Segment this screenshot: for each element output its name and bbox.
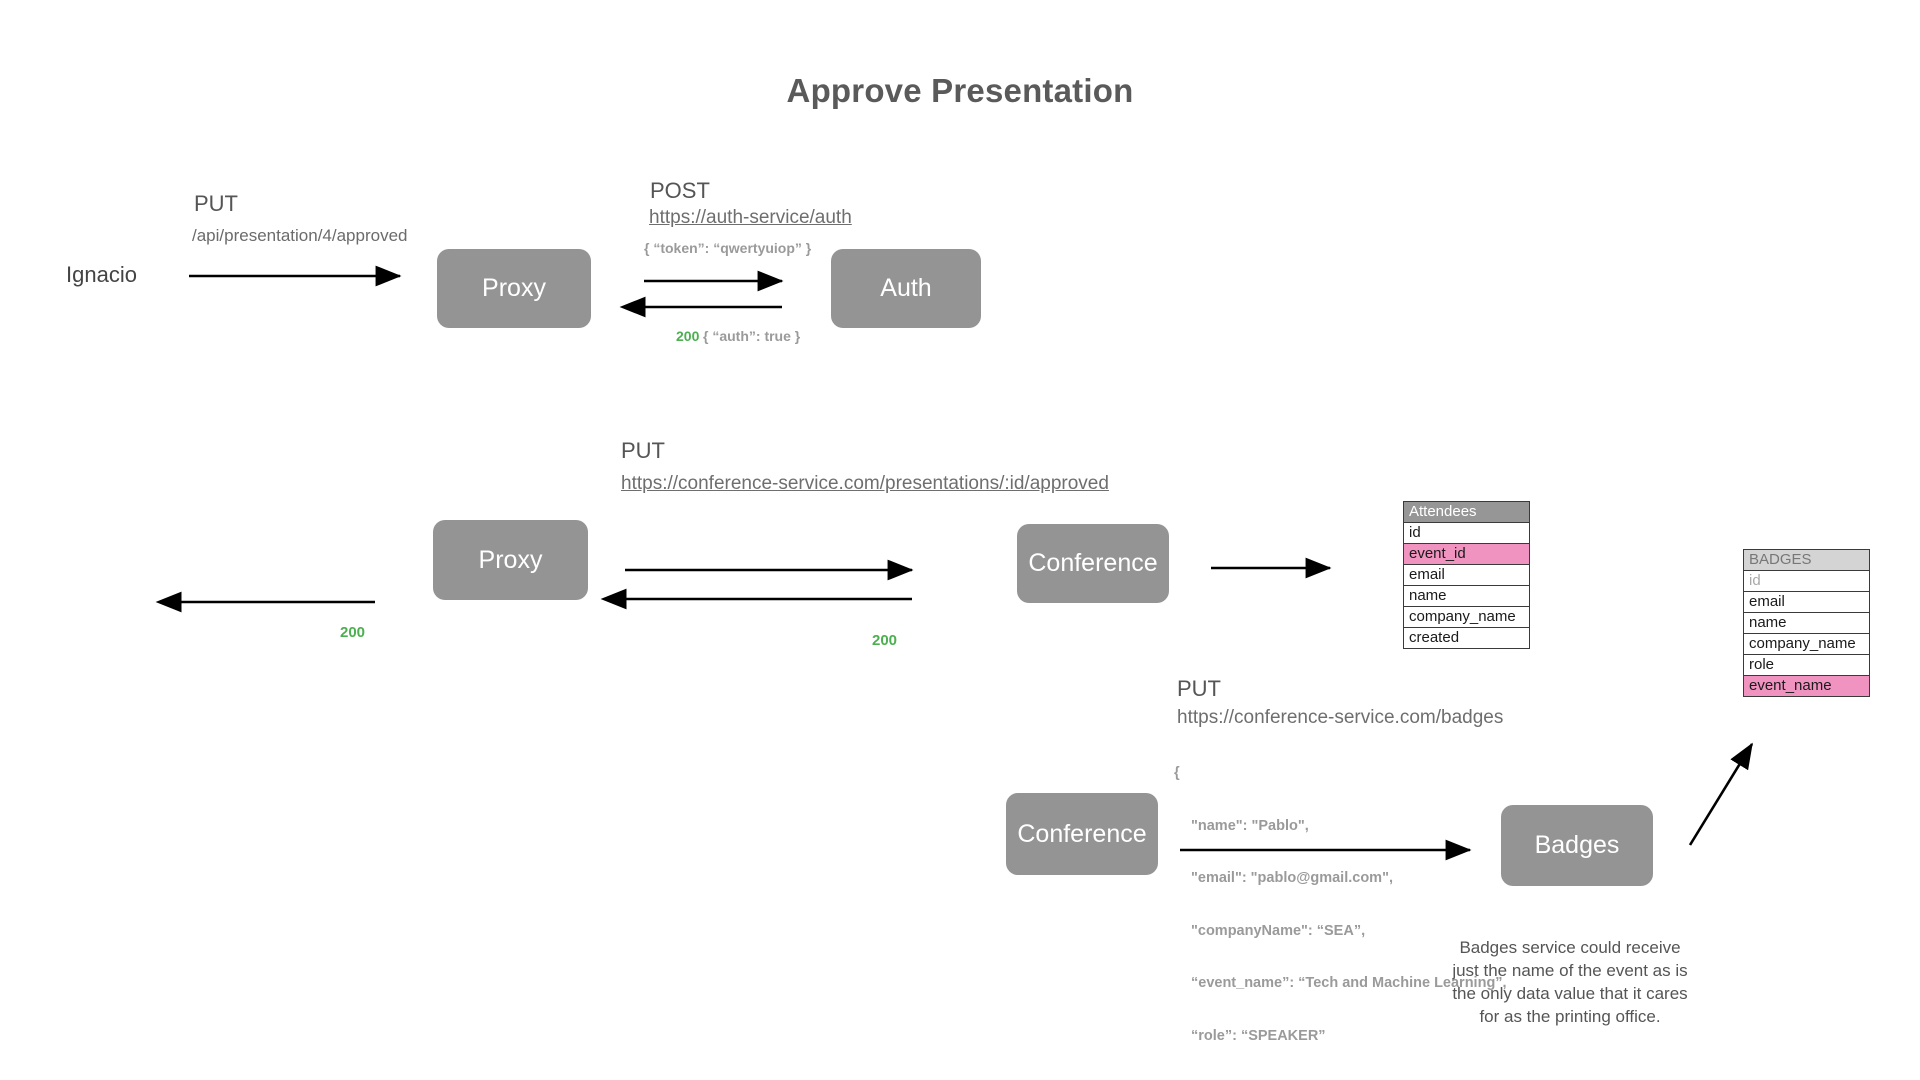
label-put-verb-conference: PUT xyxy=(621,438,665,463)
table-row: email xyxy=(1743,591,1870,613)
json-open-brace: { xyxy=(1174,765,1180,781)
table-row: company_name xyxy=(1403,606,1530,628)
node-conference-bottom-label: Conference xyxy=(1017,819,1147,848)
table-cell-event-name: event_name xyxy=(1743,675,1870,697)
node-conference-mid[interactable]: Conference xyxy=(1017,524,1169,603)
table-cell-name: name xyxy=(1743,612,1870,634)
annotation-badges-note: Badges service could receive just the na… xyxy=(1444,936,1696,1028)
arrow-layer xyxy=(155,265,1754,861)
table-attendees: Attendees id event_id email name company… xyxy=(1403,501,1530,649)
label-proxy-response-status: 200 xyxy=(872,632,898,649)
annotation-line-2: just the name of the event as xyxy=(1452,961,1671,980)
node-badges[interactable]: Badges xyxy=(1501,805,1653,886)
table-row: name xyxy=(1743,612,1870,634)
table-row: company_name xyxy=(1743,633,1870,655)
diagram-canvas: Approve Presentation Ignacio PUT /api/pr… xyxy=(0,0,1920,1080)
page-title: Approve Presentation xyxy=(786,72,1134,109)
table-row: BADGES xyxy=(1743,549,1870,571)
table-badges: BADGES id email name company_name role e… xyxy=(1743,549,1870,697)
json-field-email: "email": "pablo@gmail.com", xyxy=(1191,870,1393,886)
table-cell-created: created xyxy=(1403,627,1530,649)
label-post-verb-auth: POST xyxy=(650,178,710,203)
label-user-request-path: /api/presentation/4/approved xyxy=(192,226,408,245)
node-conference-bottom[interactable]: Conference xyxy=(1006,793,1158,875)
table-row: Attendees xyxy=(1403,501,1530,523)
node-proxy-top[interactable]: Proxy xyxy=(437,249,591,328)
label-auth-url[interactable]: https://auth-service/auth xyxy=(649,207,852,229)
table-row: name xyxy=(1403,585,1530,607)
annotation-line-1: Badges service could receive xyxy=(1459,938,1681,957)
label-put-verb-user: PUT xyxy=(194,191,238,216)
table-cell-event-id: event_id xyxy=(1403,543,1530,565)
node-auth[interactable]: Auth xyxy=(831,249,981,328)
table-row: id xyxy=(1403,522,1530,544)
json-field-role: “role”: “SPEAKER” xyxy=(1191,1027,1326,1044)
table-row: email xyxy=(1403,564,1530,586)
json-field-name: "name": "Pablo", xyxy=(1191,817,1309,834)
table-attendees-header: Attendees xyxy=(1403,501,1530,523)
node-auth-label: Auth xyxy=(880,274,932,302)
node-proxy-mid-label: Proxy xyxy=(478,545,543,574)
label-auth-request-payload: { “token”: “qwertyuiop” } xyxy=(644,240,812,256)
table-cell-name: name xyxy=(1403,585,1530,607)
table-row: role xyxy=(1743,654,1870,676)
label-badges-url[interactable]: https://conference-service.com/badges xyxy=(1177,707,1503,729)
table-badges-header: BADGES xyxy=(1743,549,1870,571)
node-proxy-top-label: Proxy xyxy=(482,274,546,302)
table-cell-email: email xyxy=(1743,591,1870,613)
label-auth-response-status: 200 xyxy=(676,328,700,344)
table-cell-email: email xyxy=(1403,564,1530,586)
table-row: created xyxy=(1403,627,1530,649)
table-row: event_name xyxy=(1743,675,1870,697)
table-cell-id: id xyxy=(1743,570,1870,592)
label-user-response-status: 200 xyxy=(340,624,366,641)
table-cell-company-name: company_name xyxy=(1403,606,1530,628)
table-row: event_id xyxy=(1403,543,1530,565)
table-row: id xyxy=(1743,570,1870,592)
node-badges-label: Badges xyxy=(1534,831,1620,859)
table-cell-company-name: company_name xyxy=(1743,633,1870,655)
table-cell-id: id xyxy=(1403,522,1530,544)
label-conference-url[interactable]: https://conference-service.com/presentat… xyxy=(621,473,1109,495)
label-put-verb-badges: PUT xyxy=(1177,676,1221,701)
arrow-badges-to-badges-table xyxy=(1688,742,1754,846)
label-auth-response-payload: { “auth”: true } xyxy=(703,328,801,344)
actor-label-user: Ignacio xyxy=(66,262,137,287)
node-conference-mid-label: Conference xyxy=(1028,549,1158,577)
table-cell-role: role xyxy=(1743,654,1870,676)
node-proxy-mid[interactable]: Proxy xyxy=(433,520,588,600)
